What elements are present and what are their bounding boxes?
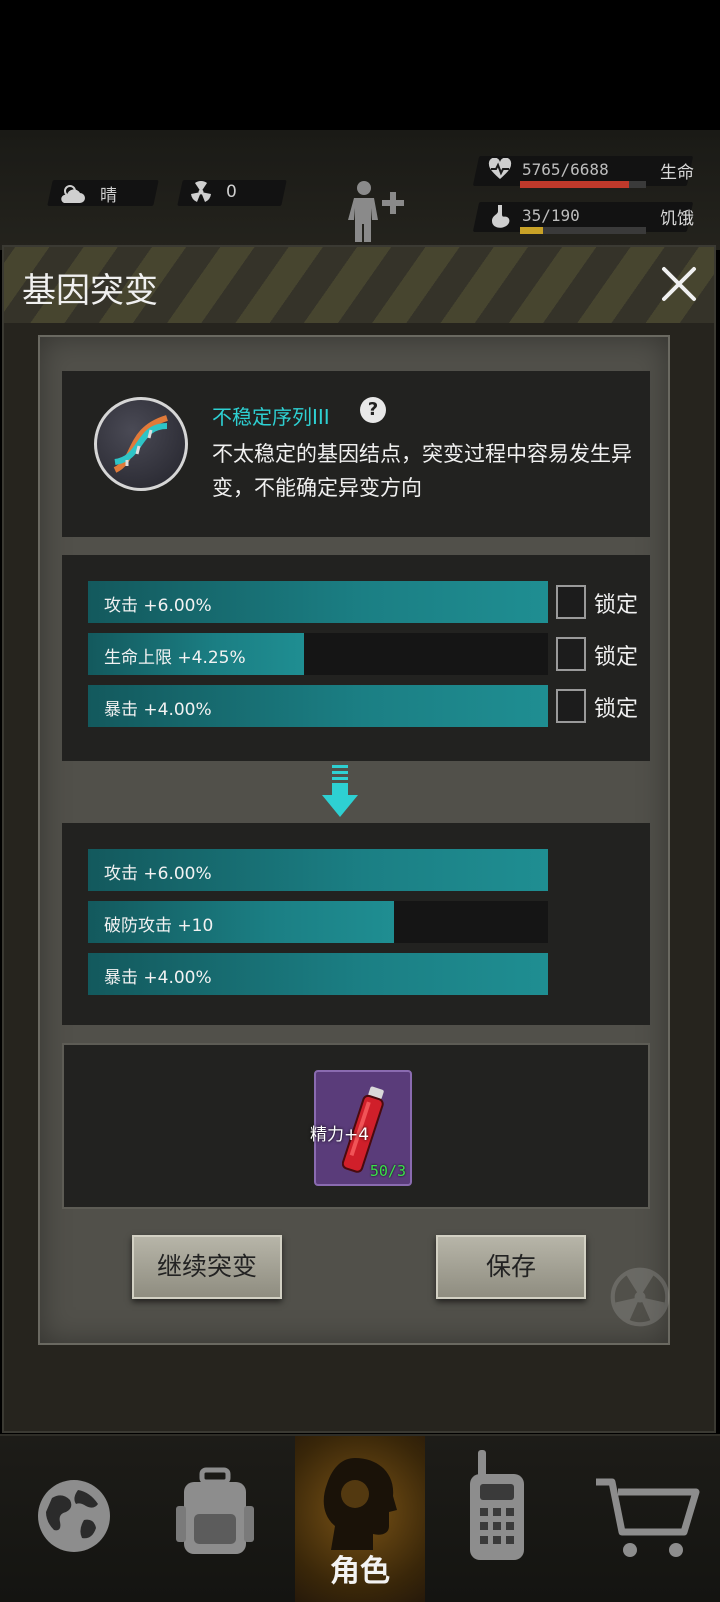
health-bar [520,181,646,188]
dialog-content: 不稳定序列III ? 不太稳定的基因结点，突变过程中容易发生异变，不能确定异变方… [38,335,670,1345]
weather-status: 晴 [60,181,117,206]
lock-label[interactable]: 锁定 [594,639,638,671]
current-attribute-row: 攻击 +6.00% [88,581,548,623]
body-plus-icon[interactable] [346,180,406,242]
backpack-icon [176,1467,254,1554]
attribute-label: 攻击 +6.00% [104,596,212,616]
gene-info-panel: 不稳定序列III ? 不太稳定的基因结点，突变过程中容易发生异变，不能确定异变方… [62,371,650,537]
health-label: 生命 [660,163,694,183]
radiation-watermark-icon [610,1267,670,1327]
radiation-value: 0 [226,182,237,202]
nav-radio[interactable] [432,1436,562,1602]
new-attribute-row: 破防攻击 +10 [88,901,548,943]
attribute-label: 破防攻击 +10 [104,916,214,936]
heartbeat-icon [488,158,512,179]
nav-world[interactable] [8,1436,138,1602]
save-button[interactable]: 保存 [436,1235,586,1299]
new-attributes-panel: 攻击 +6.00% 破防攻击 +10 暴击 +4.00% [62,823,650,1025]
nav-shop[interactable] [582,1436,712,1602]
current-attribute-row: 暴击 +4.00% [88,685,548,727]
radiation-icon [191,181,211,202]
health-bar-fill [520,181,629,188]
dialog-title: 基因突变 [22,271,158,311]
attribute-label: 生命上限 +4.25% [104,648,246,668]
cost-item-name: 精力+4 [310,1125,370,1145]
cost-panel: 精力+4 50/3 [62,1043,650,1209]
close-icon[interactable] [656,261,702,307]
gene-description: 不太稳定的基因结点，突变过程中容易发生异变，不能确定异变方向 [212,442,632,500]
current-attribute-row: 生命上限 +4.25% [88,633,548,675]
attribute-label: 暴击 +4.00% [104,968,212,988]
hunger-value: 35/190 [522,206,580,225]
radiation-status: 0 [190,181,237,203]
arrow-down-icon [322,765,358,817]
question-icon[interactable]: ? [360,397,386,423]
lock-label[interactable]: 锁定 [594,587,638,619]
attribute-label: 攻击 +6.00% [104,864,212,884]
bottom-nav: 角色 [0,1434,720,1602]
hunger-bar [520,227,646,234]
lock-label[interactable]: 锁定 [594,691,638,723]
character-head-icon [323,1458,397,1550]
current-attributes-panel: 攻击 +6.00% 锁定 生命上限 +4.25% 锁定 暴击 +4.00% 锁定 [62,555,650,761]
lock-checkbox[interactable] [556,585,586,619]
nav-character-label: 角色 [330,1554,390,1589]
gene-name: 不稳定序列III [212,405,330,429]
lock-checkbox[interactable] [556,689,586,723]
cost-item-count: 50/3 [369,1162,406,1180]
hunger-bar-fill [520,227,544,234]
weather-label: 晴 [100,186,117,206]
nav-character[interactable]: 角色 [295,1436,425,1602]
nav-backpack[interactable] [150,1436,280,1602]
new-attribute-row: 攻击 +6.00% [88,849,548,891]
dna-icon [94,397,188,491]
lock-checkbox[interactable] [556,637,586,671]
cloud-sun-icon [61,184,85,203]
globe-icon [38,1480,110,1552]
health-value: 5765/6688 [522,160,609,179]
walkie-talkie-icon [470,1450,524,1560]
continue-mutation-button[interactable]: 继续突变 [132,1235,282,1299]
cost-item[interactable]: 精力+4 50/3 [310,1070,412,1186]
cart-icon [596,1478,700,1557]
hunger-label: 饥饿 [660,209,694,229]
gene-mutation-dialog: 基因突变 不稳定序列III ? 不太稳定的基因结点，突变过程中容易发生异变，不能… [2,245,716,1433]
attribute-label: 暴击 +4.00% [104,700,212,720]
stomach-icon [492,205,510,228]
new-attribute-row: 暴击 +4.00% [88,953,548,995]
